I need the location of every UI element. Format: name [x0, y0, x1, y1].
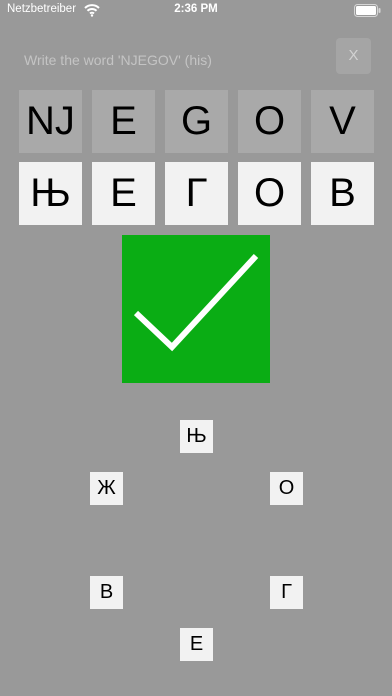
clock-label: 2:36 PM: [174, 3, 218, 15]
letter-choice-e[interactable]: Е: [180, 628, 213, 661]
exercise-prompt: Write the word 'NJEGOV' (his): [24, 52, 212, 68]
latin-letter-tile: V: [311, 90, 374, 153]
letter-choice-zhe[interactable]: Ж: [90, 472, 123, 505]
status-bar: Netzbetreiber 2:36 PM: [0, 0, 392, 22]
answer-letter-row: Њ Е Г О В: [19, 162, 374, 225]
answer-letter-tile: Њ: [19, 162, 82, 225]
correct-indicator: [122, 235, 270, 383]
battery-icon: [354, 4, 382, 17]
letter-choice-o[interactable]: О: [270, 472, 303, 505]
checkmark-icon: [122, 235, 270, 383]
answer-letter-tile: В: [311, 162, 374, 225]
answer-letter-tile: Е: [92, 162, 155, 225]
latin-letter-row: NJ E G O V: [19, 90, 374, 153]
letter-choice-ve[interactable]: В: [90, 576, 123, 609]
latin-letter-tile: NJ: [19, 90, 82, 153]
close-button[interactable]: X: [336, 38, 371, 74]
latin-letter-tile: O: [238, 90, 301, 153]
letter-choice-ge[interactable]: Г: [270, 576, 303, 609]
latin-letter-tile: E: [92, 90, 155, 153]
latin-letter-tile: G: [165, 90, 228, 153]
answer-letter-tile: О: [238, 162, 301, 225]
answer-letter-tile: Г: [165, 162, 228, 225]
letter-choice-nje[interactable]: Њ: [180, 420, 213, 453]
